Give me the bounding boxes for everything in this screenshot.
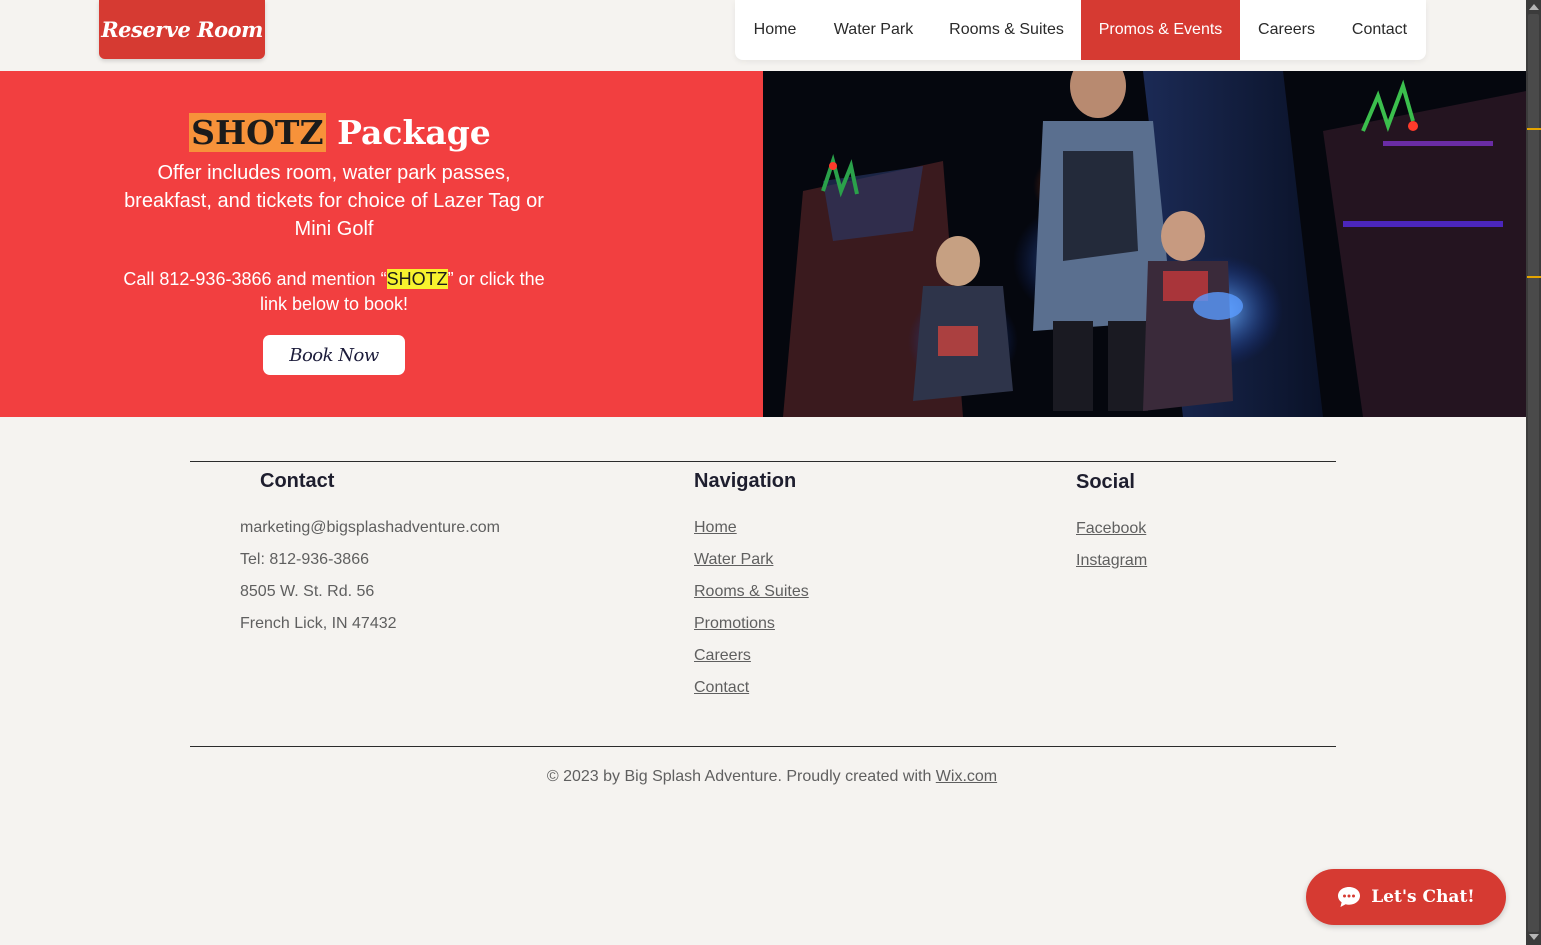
promo-panel: SHOTZ Package Offer includes room, water… (0, 71, 763, 417)
wix-link[interactable]: Wix.com (936, 768, 997, 785)
footer-link-contact[interactable]: Contact (694, 679, 749, 697)
contact-email: marketing@bigsplashadventure.com (240, 519, 500, 536)
contact-phone: Tel: 812-936-3866 (240, 551, 369, 568)
copyright: © 2023 by Big Splash Adventure. Proudly … (0, 768, 1541, 786)
nav-careers[interactable]: Careers (1240, 0, 1333, 60)
scroll-marker (1527, 128, 1541, 130)
nav-promos-events[interactable]: Promos & Events (1081, 0, 1240, 60)
call-highlight: SHOTZ (386, 269, 448, 289)
nav-contact[interactable]: Contact (1333, 0, 1426, 60)
nav-water-park[interactable]: Water Park (815, 0, 932, 60)
laser-tag-photo (763, 71, 1526, 417)
footer-link-careers[interactable]: Careers (694, 647, 751, 665)
instagram-link[interactable]: Instagram (1076, 552, 1147, 570)
contact-address-line2: French Lick, IN 47432 (240, 615, 397, 632)
nav-rooms-suites[interactable]: Rooms & Suites (932, 0, 1081, 60)
navigation-heading: Navigation (694, 470, 797, 492)
contact-address-line1: 8505 W. St. Rd. 56 (240, 583, 375, 600)
title-rest: Package (337, 113, 491, 152)
chat-bubble-icon (1338, 887, 1361, 907)
chat-label: Let's Chat! (1371, 887, 1475, 907)
facebook-link[interactable]: Facebook (1076, 520, 1146, 538)
copyright-text: © 2023 by Big Splash Adventure. Proudly … (546, 768, 936, 785)
page: Reserve Room Home Water Park Rooms & Sui… (0, 0, 1541, 945)
lets-chat-button[interactable]: Let's Chat! (1306, 869, 1506, 925)
scroll-up-arrow-icon[interactable] (1529, 4, 1539, 10)
laser-tag-illustration (763, 71, 1526, 417)
scroll-marker (1527, 276, 1541, 278)
footer-top-divider (190, 461, 1336, 462)
call-instructions: Call 812-936-3866 and mention “SHOTZ” or… (118, 267, 550, 317)
offer-description: Offer includes room, water park passes, … (124, 162, 544, 240)
scroll-down-arrow-icon[interactable] (1529, 934, 1539, 940)
reserve-room-button[interactable]: Reserve Room (99, 0, 265, 59)
title-highlight: SHOTZ (189, 113, 326, 152)
footer-bottom-divider (190, 746, 1336, 747)
social-heading: Social (1076, 471, 1135, 493)
contact-heading: Contact (260, 470, 335, 492)
nav-home[interactable]: Home (735, 0, 815, 60)
site-header: Reserve Room Home Water Park Rooms & Sui… (0, 0, 1526, 71)
footer-link-water-park[interactable]: Water Park (694, 551, 773, 569)
call-prefix: Call 812-936-3866 and mention “ (123, 269, 387, 289)
package-title: SHOTZ Package (0, 113, 680, 152)
scrollbar-thumb[interactable] (1528, 14, 1539, 932)
footer-link-promotions[interactable]: Promotions (694, 615, 775, 633)
book-now-button[interactable]: Book Now (263, 335, 405, 375)
footer-link-rooms-suites[interactable]: Rooms & Suites (694, 583, 809, 601)
footer-link-home[interactable]: Home (694, 519, 737, 537)
main-nav: Home Water Park Rooms & Suites Promos & … (735, 0, 1426, 60)
